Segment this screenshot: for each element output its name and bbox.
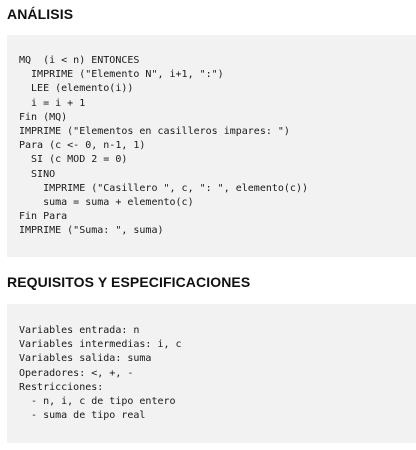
code-line: Operadores: <, +, - — [19, 367, 134, 379]
code-line: Variables entrada: n — [19, 325, 140, 336]
code-line: Fin (MQ) — [19, 111, 68, 123]
code-line: SI (c MOD 2 = 0) — [19, 154, 128, 166]
code-line: LEE (elemento(i)) — [19, 83, 134, 95]
code-line: Variables salida: suma — [19, 353, 152, 365]
code-line: SINO — [19, 168, 56, 180]
section-heading-analisis: ANÁLISIS — [7, 6, 74, 22]
code-line: - suma de tipo real — [19, 410, 146, 422]
code-line: IMPRIME ("Elemento N", i+1, ":") — [19, 69, 224, 81]
code-block-analisis: MQ (i < n) ENTONCES IMPRIME ("Elemento N… — [7, 35, 416, 257]
code-line: Para (c <- 0, n-1, 1) — [19, 140, 146, 152]
section-heading-requisitos: REQUISITOS Y ESPECIFICACIONES — [7, 274, 251, 290]
code-block-requisitos: Variables entrada: n Variables intermedi… — [7, 304, 416, 443]
code-line: MQ (i < n) ENTONCES — [19, 55, 140, 66]
code-line: IMPRIME ("Suma: ", suma) — [19, 225, 164, 237]
code-line: IMPRIME ("Elementos en casilleros impare… — [19, 125, 290, 137]
code-line: - n, i, c de tipo entero — [19, 395, 176, 407]
code-line: suma = suma + elemento(c) — [19, 196, 194, 208]
code-line: Variables intermedias: i, c — [19, 339, 182, 351]
code-line: Restricciones: — [19, 381, 104, 393]
code-line: i = i + 1 — [19, 97, 86, 109]
code-line: IMPRIME ("Casillero ", c, ": ", elemento… — [19, 182, 308, 194]
code-line: Fin Para — [19, 211, 68, 223]
